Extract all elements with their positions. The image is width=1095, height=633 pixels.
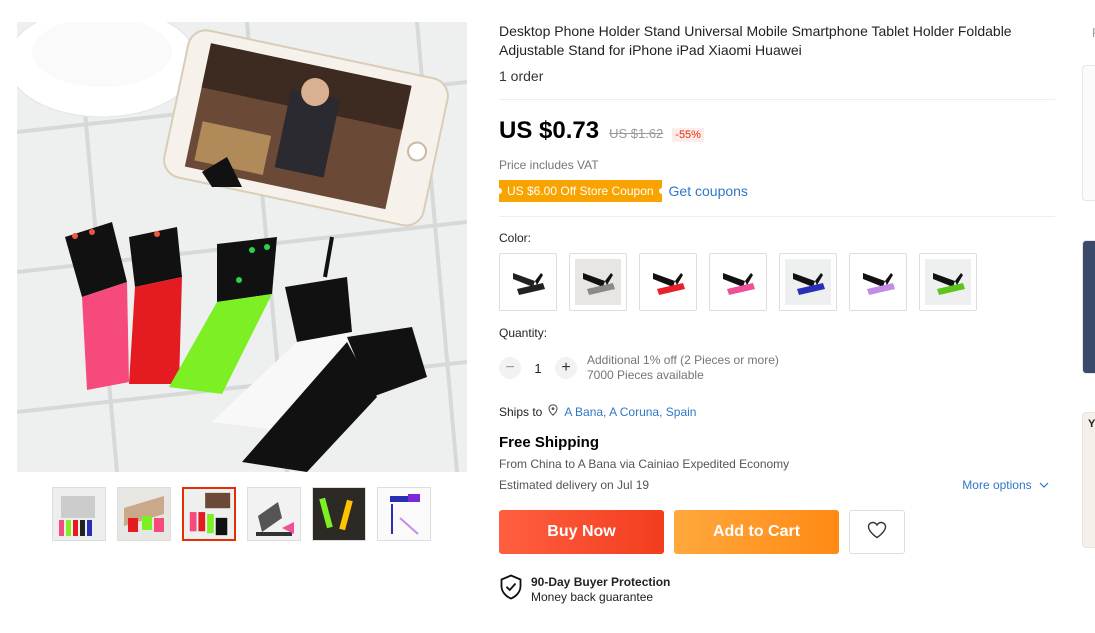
product-title: Desktop Phone Holder Stand Universal Mob… [499,23,1012,58]
color-swatches [499,253,1055,311]
buyer-protection: 90-Day Buyer Protection Money back guara… [499,574,1055,605]
swatch-image [785,259,831,305]
price-row: US $0.73 US $1.62 -55% [499,117,1055,145]
coupon-row: US $6.00 Off Store Coupon Get coupons [496,180,1055,202]
swatch-image [925,259,971,305]
divider [499,216,1055,217]
discount-badge: -55% [672,128,704,142]
store-coupon-badge[interactable]: US $6.00 Off Store Coupon [496,180,665,202]
ships-to-row: Ships to A Bana, A Coruna, Spain [499,404,1055,419]
protection-subtitle: Money back guarantee [531,589,654,604]
thumbnail-image [53,488,105,540]
quantity-value[interactable]: 1 [521,361,555,376]
main-product-image[interactable] [17,22,467,472]
bulk-discount-text: Additional 1% off (2 Pieces or more) [587,353,779,367]
get-coupons-link[interactable]: Get coupons [669,183,748,199]
swatch-image [645,259,691,305]
thumbnail[interactable] [377,487,431,541]
recommendation-card[interactable] [1082,65,1095,201]
protection-text: 90-Day Buyer Protection Money back guara… [531,575,670,605]
thumbnail[interactable] [117,487,171,541]
quantity-decrease-button[interactable]: − [499,357,521,379]
swatch-image [855,259,901,305]
add-to-cart-button[interactable]: Add to Cart [674,510,839,554]
location-pin-icon [548,404,558,419]
thumbnail[interactable] [247,487,301,541]
ship-location-link[interactable]: A Bana, A Coruna, Spain [564,405,696,419]
estimated-delivery: Estimated delivery on Jul 19 [499,478,650,492]
color-swatch-grey[interactable] [569,253,627,311]
wishlist-button[interactable] [849,510,905,554]
recommendations-panel-edge: F Y [1082,0,1095,633]
color-swatch-purple[interactable] [849,253,907,311]
color-swatch-black[interactable] [499,253,557,311]
color-swatch-blue[interactable] [779,253,837,311]
quantity-increase-button[interactable]: + [555,357,577,379]
current-price: US $0.73 [499,117,600,144]
thumbnail-selected[interactable] [182,487,236,541]
chevron-down-icon [1035,478,1049,492]
thumbnail[interactable] [312,487,366,541]
shield-check-icon [499,574,523,605]
thumbnail-image [378,488,430,540]
vat-note: Price includes VAT [499,158,599,172]
recommendation-card[interactable] [1082,412,1095,548]
swatch-image [505,259,551,305]
thumbnail-image [184,489,234,539]
product-photo [17,22,467,472]
thumbnail[interactable] [52,487,106,541]
card-text-fragment: Y [1088,418,1095,430]
quantity-label: Quantity: [499,326,548,340]
color-label: Color: [499,231,532,245]
more-options-link[interactable]: More options [962,478,1049,492]
free-shipping-title: Free Shipping [499,434,600,451]
thumbnail-strip [52,487,431,541]
divider [499,99,1055,100]
more-options-label: More options [962,478,1032,492]
quantity-row: − 1 + Additional 1% off (2 Pieces or mor… [499,353,1055,383]
delivery-row: Estimated delivery on Jul 19 More option… [499,478,1049,492]
shipping-route: From China to A Bana via Cainiao Expedit… [499,457,790,471]
swatch-image [575,259,621,305]
color-swatch-green[interactable] [919,253,977,311]
color-swatch-red[interactable] [639,253,697,311]
heart-icon [867,521,887,544]
original-price: US $1.62 [609,126,664,141]
thumbnail-image [118,488,170,540]
ships-to-label: Ships to [499,404,543,419]
stock-available-text: 7000 Pieces available [587,368,704,382]
color-swatch-pink[interactable] [709,253,767,311]
thumbnail-image [313,488,365,540]
recommendation-card[interactable] [1082,240,1095,374]
swatch-image [715,259,761,305]
buy-now-button[interactable]: Buy Now [499,510,664,554]
quantity-note: Additional 1% off (2 Pieces or more) 700… [587,353,779,383]
order-count: 1 order [499,68,544,84]
action-buttons: Buy Now Add to Cart [499,510,1055,554]
thumbnail-image [248,488,300,540]
product-info: Desktop Phone Holder Stand Universal Mob… [496,22,1055,605]
protection-title: 90-Day Buyer Protection [531,574,671,589]
